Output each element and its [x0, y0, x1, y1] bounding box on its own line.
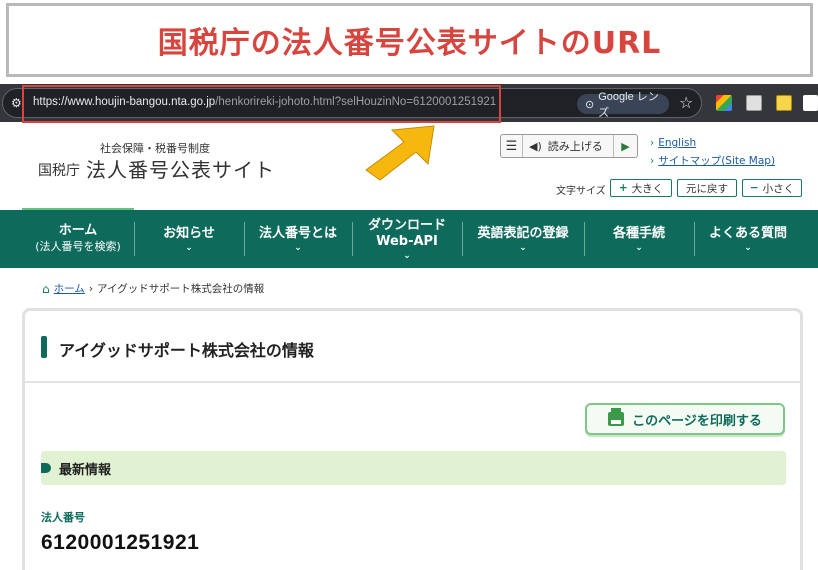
text-to-speech-widget: ☰ ◀) 読み上げる ▶	[500, 134, 638, 158]
breadcrumb-home-link[interactable]: ホーム	[54, 281, 85, 296]
section-title: 最新情報	[59, 462, 112, 478]
breadcrumb-separator: ›	[88, 282, 94, 295]
nav-download-sub: Web-API	[376, 233, 438, 249]
bookmark-star-icon[interactable]: ☆	[679, 93, 693, 112]
chevron-down-icon: ⌄	[294, 242, 302, 253]
extension-icon-2[interactable]	[746, 95, 762, 111]
printer-icon	[608, 408, 625, 426]
company-info-card: アイグッドサポート株式会社の情報 このページを印刷する 最新情報 法人番号 61…	[22, 308, 803, 570]
font-smaller-button[interactable]: − 小さく	[742, 179, 802, 197]
tts-menu-icon[interactable]: ☰	[501, 135, 523, 157]
url-highlight-box	[22, 85, 501, 123]
nav-download-label: ダウンロード	[367, 217, 446, 233]
nav-english-label: 英語表記の登録	[477, 225, 569, 241]
site-title[interactable]: 法人番号公表サイト	[86, 154, 275, 183]
chevron-down-icon: ⌄	[635, 242, 643, 253]
nav-home[interactable]: ホーム (法人番号を検索)	[22, 210, 134, 268]
main-nav: ホーム (法人番号を検索) お知らせ ⌄ 法人番号とは ⌄ ダウンロード Web…	[0, 210, 818, 268]
speaker-icon: ◀)	[529, 139, 542, 153]
nav-procedures-label: 各種手続	[612, 225, 665, 241]
extension-icon-4[interactable]	[803, 95, 818, 111]
caret-icon: ›	[650, 137, 655, 149]
chevron-down-icon: ⌄	[744, 242, 752, 253]
print-label: このページを印刷する	[632, 413, 762, 429]
nav-english[interactable]: 英語表記の登録 ⌄	[462, 210, 584, 268]
font-reset-label: 元に戻す	[686, 182, 728, 195]
nav-about[interactable]: 法人番号とは ⌄	[244, 210, 352, 268]
sitemap-link-label: サイトマップ(Site Map)	[658, 155, 776, 167]
nav-news-label: お知らせ	[163, 225, 215, 241]
nav-home-sub: (法人番号を検索)	[35, 240, 121, 253]
nav-news[interactable]: お知らせ ⌄	[134, 210, 244, 268]
title-accent-bar	[41, 336, 47, 358]
title-banner: 国税庁の法人番号公表サイトのURL	[6, 3, 813, 77]
minus-icon: −	[749, 182, 759, 194]
font-reset-button[interactable]: 元に戻す	[677, 179, 737, 197]
chevron-down-icon: ⌄	[519, 242, 527, 253]
home-icon: ⌂	[42, 281, 50, 296]
print-page-button[interactable]: このページを印刷する	[585, 403, 785, 435]
breadcrumb-current: アイグッドサポート株式会社の情報	[97, 283, 265, 295]
font-size-label: 文字サイズ	[556, 186, 606, 197]
font-smaller-label: 小さく	[762, 182, 795, 195]
nav-about-label: 法人番号とは	[258, 225, 337, 241]
page-title: アイグッドサポート株式会社の情報	[59, 341, 314, 360]
play-icon[interactable]: ▶	[613, 135, 637, 157]
nav-faq-label: よくある質問	[708, 225, 787, 241]
font-larger-button[interactable]: + 大きく	[610, 179, 672, 197]
corporate-number-value: 6120001251921	[41, 531, 200, 554]
caret-icon: ›	[650, 155, 655, 167]
plus-icon: +	[618, 182, 628, 194]
card-header: アイグッドサポート株式会社の情報	[25, 311, 800, 383]
tts-read-button[interactable]: 読み上げる	[542, 138, 613, 154]
breadcrumb: ⌂ ホーム › アイグッドサポート株式会社の情報	[42, 281, 264, 296]
chevron-down-icon: ⌄	[185, 242, 193, 253]
nav-download[interactable]: ダウンロード Web-API ⌄	[352, 210, 462, 268]
site-org: 国税庁	[38, 163, 80, 179]
nav-home-label: ホーム	[58, 223, 98, 238]
nav-faq[interactable]: よくある質問 ⌄	[694, 210, 802, 268]
extension-icon-1[interactable]	[716, 95, 732, 111]
extension-icon-3[interactable]	[776, 95, 792, 111]
lens-label: Google レンズ	[598, 91, 659, 119]
section-marker	[41, 463, 51, 473]
banner-title: 国税庁の法人番号公表サイトのURL	[157, 26, 662, 61]
nav-procedures[interactable]: 各種手続 ⌄	[584, 210, 694, 268]
google-lens-button[interactable]: ⊙ Google レンズ	[577, 91, 669, 119]
corporate-number-label: 法人番号	[41, 511, 85, 524]
english-link-label: English	[658, 137, 697, 149]
font-larger-label: 大きく	[631, 182, 664, 195]
chevron-down-icon: ⌄	[403, 250, 411, 261]
lens-icon: ⊙	[585, 98, 595, 111]
latest-info-section: 最新情報	[41, 451, 786, 485]
sitemap-link[interactable]: › サイトマップ(Site Map)	[650, 153, 775, 168]
pointer-arrow-icon	[365, 125, 435, 181]
english-link[interactable]: › English	[650, 137, 696, 149]
